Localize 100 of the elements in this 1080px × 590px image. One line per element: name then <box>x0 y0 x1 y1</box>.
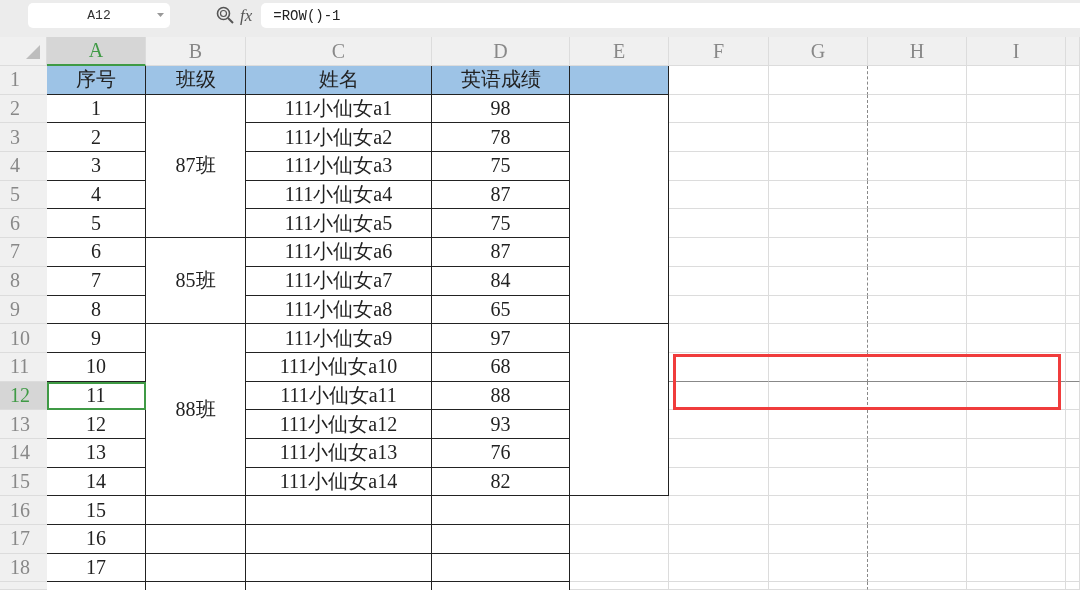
column-header[interactable]: H <box>868 37 967 66</box>
row-header[interactable]: 11 <box>0 352 47 382</box>
table-cell: 65 <box>432 295 570 325</box>
grid-cell <box>1066 295 1080 325</box>
table-cell: 12 <box>47 410 146 439</box>
table-cell: 98 <box>432 94 570 124</box>
column-header[interactable]: E <box>570 37 669 66</box>
row-header[interactable]: 3 <box>0 123 47 153</box>
column-header[interactable]: D <box>432 37 570 66</box>
grid-cell <box>1066 152 1080 181</box>
grid-cell <box>1066 525 1080 554</box>
grid-cell <box>1066 209 1080 239</box>
select-all-icon[interactable] <box>26 45 40 59</box>
row-header[interactable]: 15 <box>0 467 47 497</box>
table-cell: 82 <box>432 467 570 497</box>
column-header[interactable]: F <box>669 37 769 66</box>
grid-cell <box>1066 438 1080 468</box>
table-cell: 68 <box>432 352 570 382</box>
table-cell: 78 <box>432 123 570 153</box>
row-header[interactable]: 10 <box>0 324 47 353</box>
grid-cell <box>1066 381 1080 411</box>
table-cell: 76 <box>432 438 570 468</box>
grid-cell <box>1066 467 1080 497</box>
table-cell: 2 <box>47 123 146 153</box>
grid-cell <box>1066 553 1080 583</box>
table-cell: 4 <box>47 180 146 210</box>
grid-cell <box>1066 66 1080 95</box>
table-cell: 84 <box>432 266 570 296</box>
table-cell: 111小仙女a3 <box>246 152 432 181</box>
column-header[interactable]: C <box>246 37 432 66</box>
table-cell: 7 <box>47 266 146 296</box>
grid-cell <box>1066 496 1080 525</box>
column-header[interactable]: B <box>146 37 246 66</box>
grid-cell <box>1066 410 1080 439</box>
zoom-icon[interactable] <box>216 6 234 24</box>
table-cell: 87 <box>432 180 570 210</box>
grid-cell <box>1066 352 1080 382</box>
grid-cell <box>1066 180 1080 210</box>
row-header[interactable]: 2 <box>0 94 47 124</box>
header-cell: 英语成绩 <box>432 66 570 95</box>
grid-cell <box>1066 266 1080 296</box>
table-cell: 75 <box>432 152 570 181</box>
table-cell: 6 <box>47 238 146 267</box>
table-cell: 111小仙女a1 <box>246 94 432 124</box>
name-box[interactable]: A12 <box>28 3 170 28</box>
column-header[interactable]: I <box>967 37 1066 66</box>
column-header[interactable]: A <box>47 37 146 66</box>
row-header[interactable]: 14 <box>0 438 47 468</box>
row-header[interactable]: 1 <box>0 66 47 95</box>
row-header[interactable]: 17 <box>0 525 47 554</box>
header-cell: 班级 <box>146 66 246 95</box>
row-header[interactable]: 7 <box>0 238 47 267</box>
row-header[interactable]: 6 <box>0 209 47 239</box>
table-cell: 97 <box>432 324 570 353</box>
function-label[interactable]: fx <box>240 3 253 28</box>
row-header[interactable]: 8 <box>0 266 47 296</box>
table-cell: 111小仙女a5 <box>246 209 432 239</box>
header-cell: 序号 <box>47 66 146 95</box>
row-header[interactable]: 4 <box>0 152 47 181</box>
table-cell: 8 <box>47 295 146 325</box>
table-cell: 11 <box>47 381 146 411</box>
row-header[interactable]: 5 <box>0 180 47 210</box>
caret-icon <box>157 13 164 18</box>
table-cell: 3 <box>47 152 146 181</box>
table-cell: 14 <box>47 467 146 497</box>
table-cell: 5 <box>47 209 146 239</box>
table-cell: 1 <box>47 94 146 124</box>
row-header[interactable]: 18 <box>0 553 47 583</box>
table-cell: 13 <box>47 438 146 468</box>
select-all-corner[interactable] <box>0 37 47 66</box>
row-header[interactable]: 16 <box>0 496 47 525</box>
formula-field[interactable]: =ROW()-1 <box>261 3 1080 28</box>
table-cell: 88 <box>432 381 570 411</box>
grid-cell <box>1066 324 1080 353</box>
grid-cell <box>1066 94 1080 124</box>
table-cell: 9 <box>47 324 146 353</box>
table-cell: 111小仙女a14 <box>246 467 432 497</box>
grid-cell <box>1066 238 1080 267</box>
row-header[interactable]: 9 <box>0 295 47 325</box>
table-cell: 111小仙女a2 <box>246 123 432 153</box>
table-cell: 111小仙女a10 <box>246 352 432 382</box>
header-cell: 姓名 <box>246 66 432 95</box>
class-cell: 85班 <box>146 238 246 325</box>
row-header[interactable]: 13 <box>0 410 47 439</box>
table-cell: 111小仙女a12 <box>246 410 432 439</box>
table-cell: 111小仙女a8 <box>246 295 432 325</box>
table-cell: 16 <box>47 525 146 554</box>
table-cell: 111小仙女a9 <box>246 324 432 353</box>
grid-cell <box>1066 123 1080 153</box>
column-header[interactable]: G <box>769 37 868 66</box>
table-cell: 111小仙女a11 <box>246 381 432 411</box>
table-cell: 111小仙女a7 <box>246 266 432 296</box>
table-cell: 111小仙女a6 <box>246 238 432 267</box>
table-cell: 111小仙女a13 <box>246 438 432 468</box>
table-cell: 75 <box>432 209 570 239</box>
table-cell: 87 <box>432 238 570 267</box>
table-cell: 10 <box>47 352 146 382</box>
table-cell: 15 <box>47 496 146 525</box>
table-cell: 111小仙女a4 <box>246 180 432 210</box>
row-header[interactable]: 12 <box>0 381 47 411</box>
